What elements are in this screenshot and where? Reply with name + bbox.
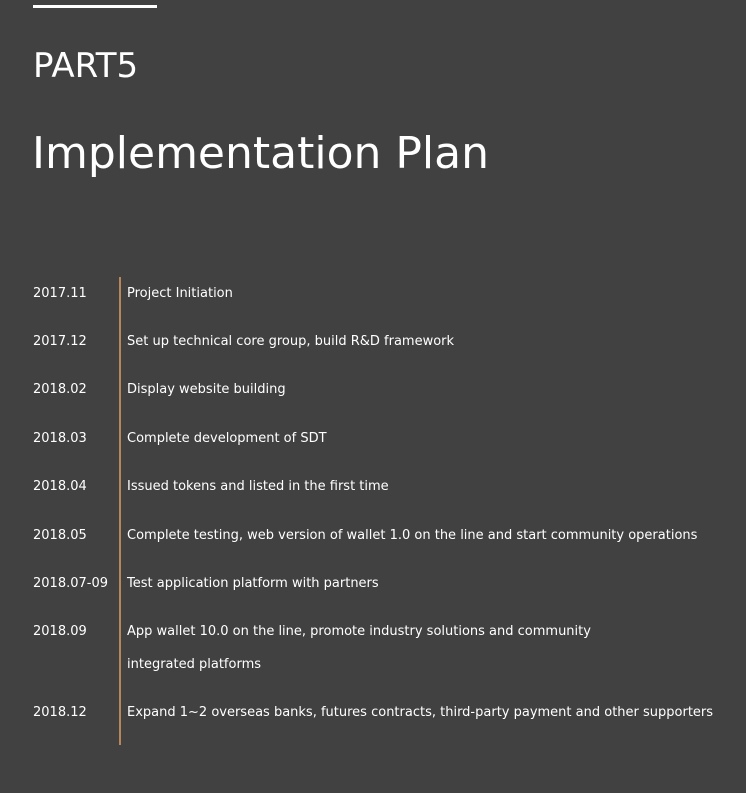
timeline-text: Test application platform with partners — [127, 576, 379, 591]
timeline-text: App wallet 10.0 on the line, promote ind… — [127, 624, 591, 672]
timeline-date: 2018.02 — [33, 382, 87, 397]
timeline-line — [119, 277, 121, 745]
timeline-date: 2018.03 — [33, 431, 87, 446]
timeline-text: Complete development of SDT — [127, 431, 327, 446]
timeline-text: Display website building — [127, 382, 286, 397]
timeline-date: 2018.07-09 — [33, 576, 108, 591]
timeline-date: 2018.05 — [33, 528, 87, 543]
timeline-date: 2018.12 — [33, 705, 87, 720]
timeline-text: Issued tokens and listed in the first ti… — [127, 479, 389, 494]
timeline-date: 2017.11 — [33, 286, 87, 301]
page-title: Implementation Plan — [32, 128, 489, 179]
timeline-text: Expand 1~2 overseas banks, futures contr… — [127, 705, 714, 720]
timeline-date: 2018.04 — [33, 479, 87, 494]
timeline-text: Complete testing, web version of wallet … — [127, 528, 698, 543]
timeline-date: 2017.12 — [33, 334, 87, 349]
top-divider — [33, 5, 157, 8]
timeline-text: Set up technical core group, build R&D f… — [127, 334, 455, 349]
timeline-date: 2018.09 — [33, 624, 87, 639]
part-label: PART5 — [33, 46, 139, 86]
timeline-text: Project Initiation — [127, 286, 233, 301]
